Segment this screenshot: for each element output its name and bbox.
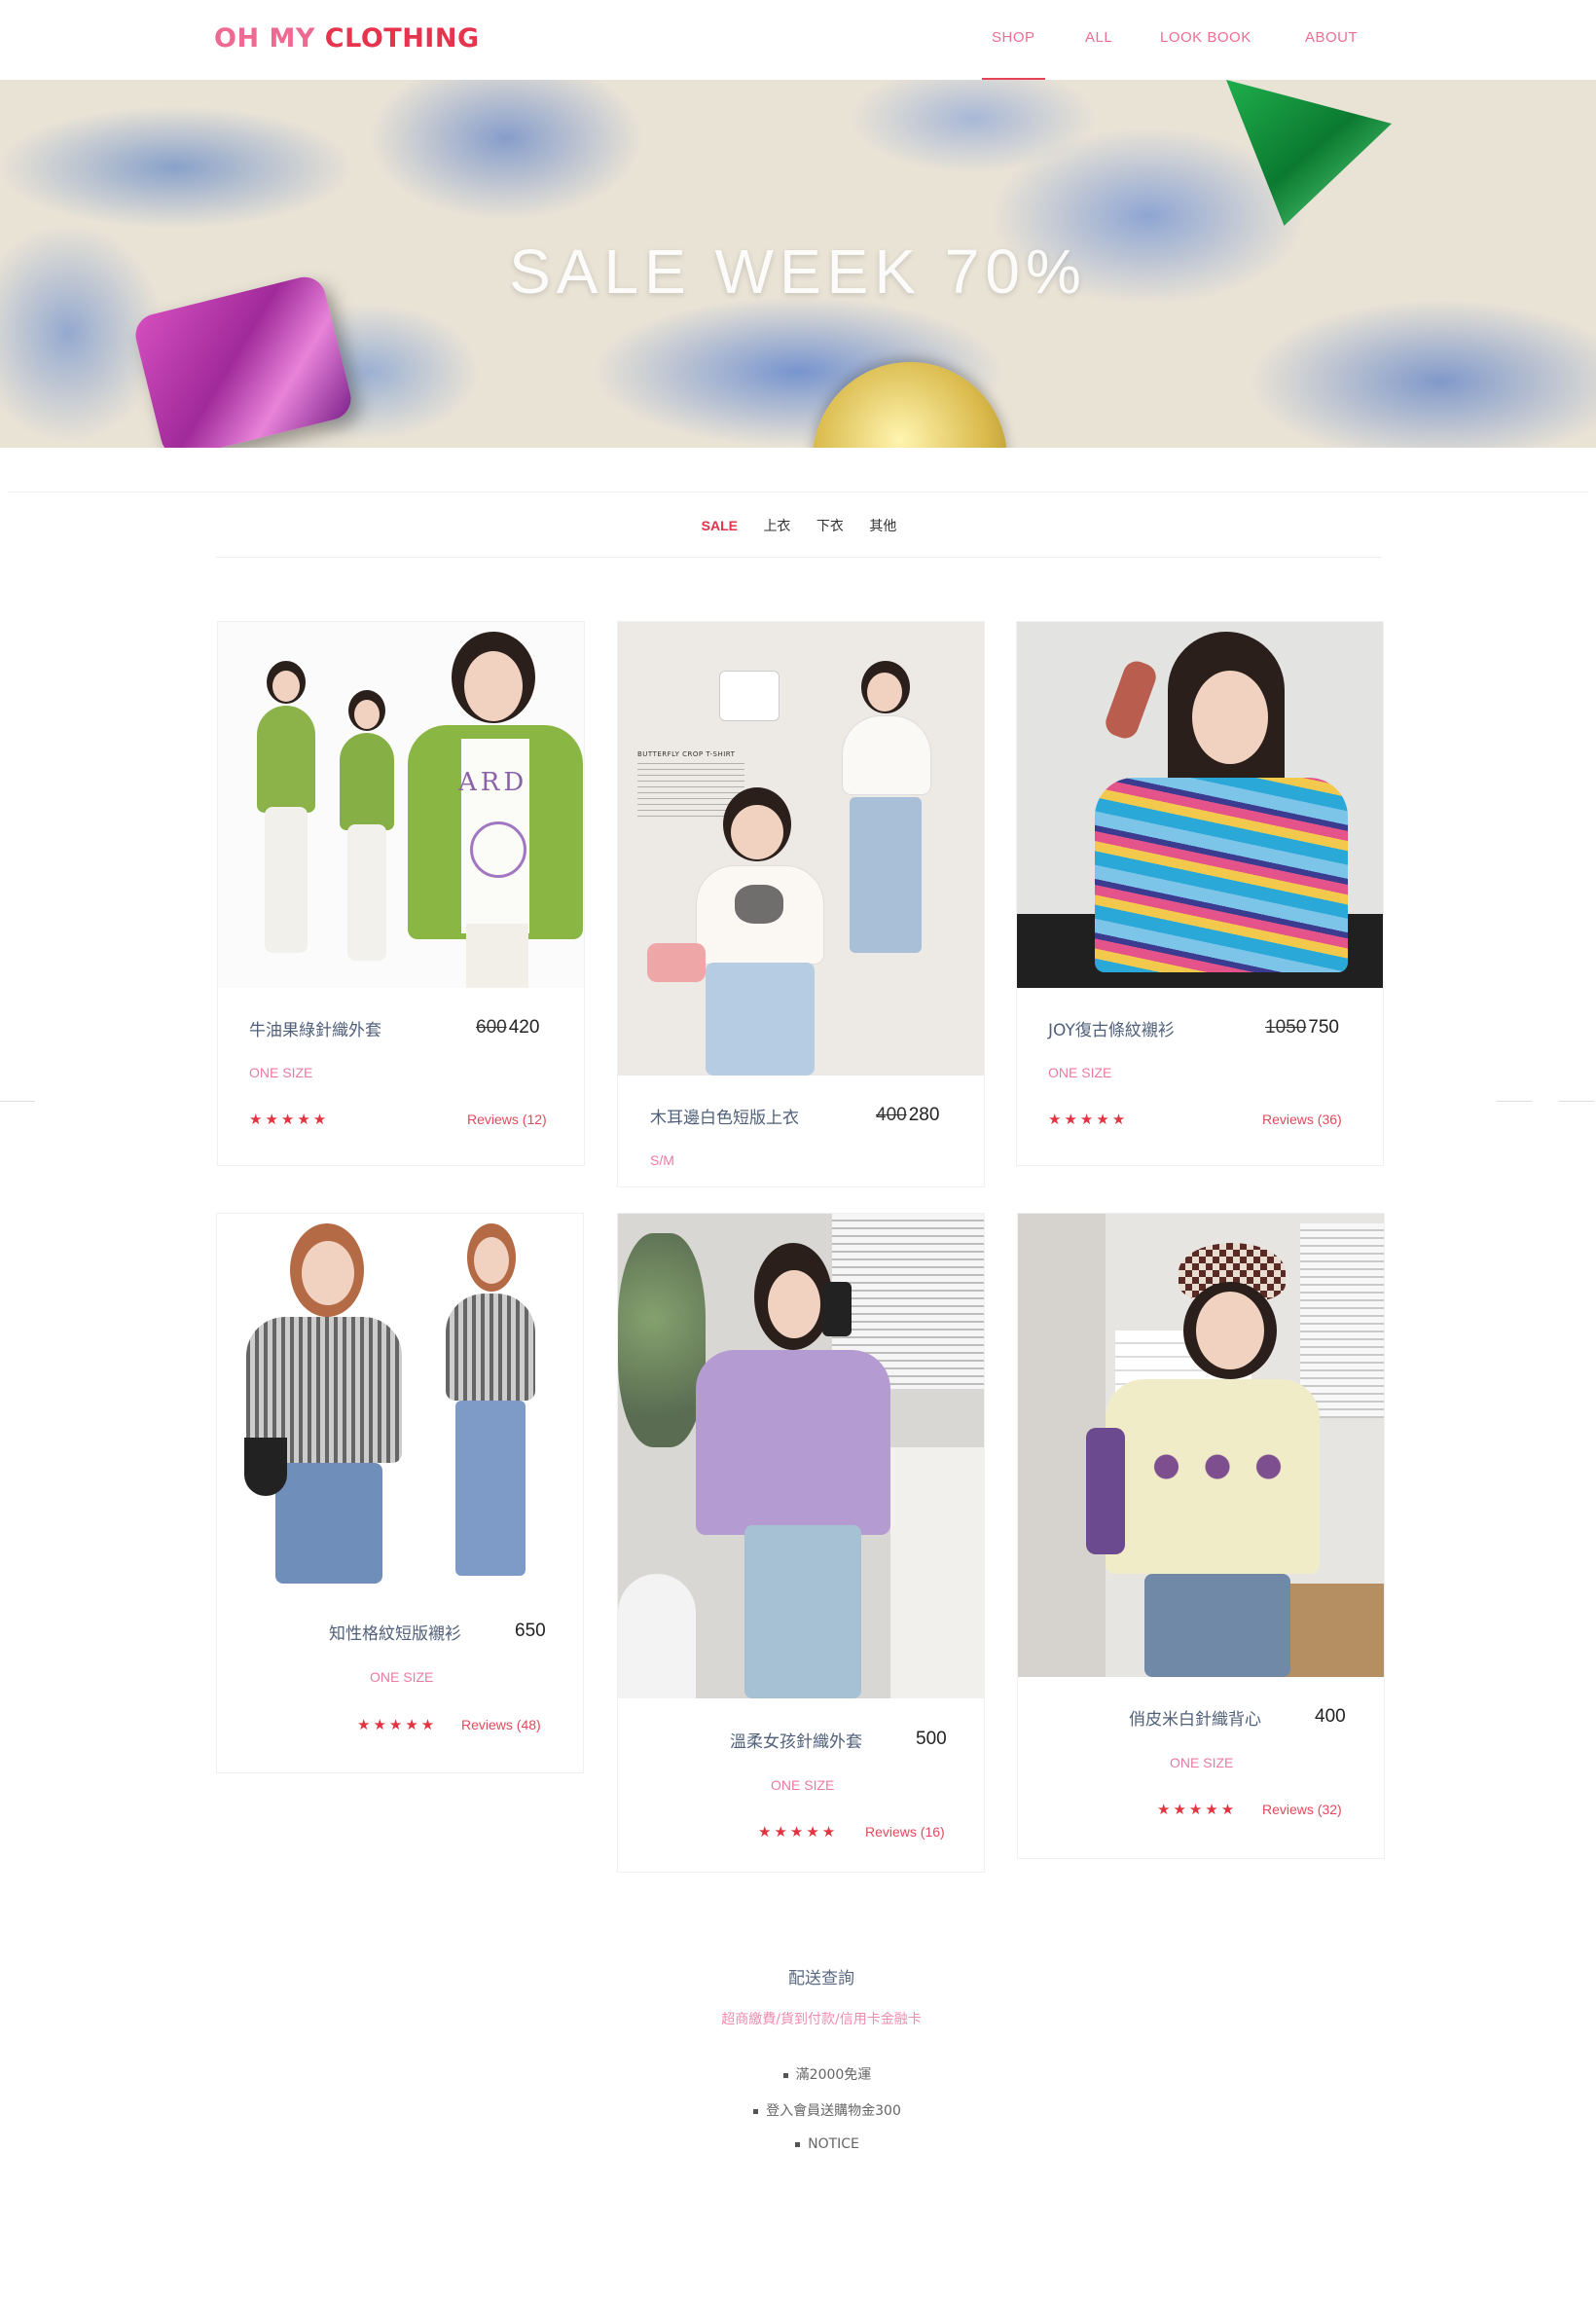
- green-gem-decoration: [1226, 80, 1392, 226]
- carousel-next-mark-2[interactable]: [1559, 1101, 1594, 1102]
- product-name[interactable]: 木耳邊白色短版上衣: [650, 1104, 799, 1128]
- product-card[interactable]: 溫柔女孩針織外套 500 ONE SIZE ★★★★★ Reviews (16): [617, 1213, 985, 1873]
- product-card[interactable]: 俏皮米白針織背心 400 ONE SIZE ★★★★★ Reviews (32): [1017, 1213, 1385, 1859]
- model-figure: [696, 1243, 910, 1698]
- reviews-link[interactable]: Reviews (12): [467, 1112, 547, 1127]
- product-name[interactable]: 牛油果綠針織外套: [249, 1016, 381, 1040]
- product-size: ONE SIZE: [1048, 1065, 1112, 1080]
- shipping-info-title: 配送查詢: [788, 1969, 854, 1988]
- notice-link[interactable]: NOTICE: [808, 2136, 859, 2152]
- model-figure: [1086, 1243, 1339, 1677]
- tab-sale[interactable]: SALE: [702, 518, 738, 533]
- logo-text-clothing: CLOTHING: [324, 23, 480, 54]
- product-card[interactable]: JOY復古條紋襯衫 1050 750 ONE SIZE ★★★★★ Reviews…: [1016, 621, 1384, 1166]
- model-figure: [832, 661, 949, 953]
- product-price: 500: [916, 1729, 947, 1749]
- product-price: 650: [515, 1621, 546, 1641]
- reviews-link[interactable]: Reviews (16): [865, 1824, 945, 1840]
- product-image[interactable]: [1017, 622, 1383, 988]
- sale-price: 280: [908, 1105, 940, 1125]
- model-figure: [257, 661, 315, 972]
- hero-banner: SALE WEEK 70%: [0, 80, 1596, 448]
- product-price: 400 280: [876, 1105, 939, 1126]
- footer-list-item[interactable]: NOTICE: [0, 2136, 1596, 2152]
- free-shipping-text: 滿2000免運: [795, 2067, 872, 2083]
- product-card[interactable]: BUTTERFLY CROP T-SHIRT 木耳邊白色短版上衣 400 280 …: [617, 621, 985, 1187]
- product-image[interactable]: ARD: [218, 622, 584, 988]
- tab-others[interactable]: 其他: [869, 516, 896, 535]
- product-size: ONE SIZE: [771, 1777, 835, 1793]
- nav-look-book[interactable]: LOOK BOOK: [1160, 29, 1251, 46]
- product-image[interactable]: [1018, 1214, 1384, 1677]
- footer-list-item: 滿2000免運: [0, 2064, 1596, 2084]
- site-logo[interactable]: OH MY CLOTHING: [214, 23, 480, 54]
- product-label-text: BUTTERFLY CROP T-SHIRT: [637, 750, 736, 758]
- product-price: 600 420: [476, 1017, 539, 1039]
- nav-all[interactable]: ALL: [1085, 29, 1112, 46]
- tab-tops[interactable]: 上衣: [763, 516, 790, 535]
- member-bonus-text: 登入會員送購物金300: [766, 2103, 901, 2119]
- product-card[interactable]: ARD 牛油果綠針織外套 600 420 ONE SIZE ★★★★★ Revie…: [217, 621, 585, 1166]
- reviews-link[interactable]: Reviews (36): [1262, 1112, 1342, 1127]
- product-name[interactable]: 知性格紋短版襯衫: [329, 1620, 461, 1644]
- model-figure: [236, 1223, 412, 1593]
- nav-about[interactable]: ABOUT: [1305, 29, 1358, 46]
- site-header: OH MY CLOTHING SHOP ALL LOOK BOOK ABOUT: [0, 0, 1596, 81]
- product-name[interactable]: JOY復古條紋襯衫: [1048, 1016, 1175, 1040]
- reviews-link[interactable]: Reviews (32): [1262, 1802, 1342, 1817]
- nav-shop[interactable]: SHOP: [982, 29, 1044, 80]
- product-size: S/M: [650, 1152, 674, 1168]
- logo-text-oh-my: OH MY: [214, 23, 325, 54]
- rating-stars: ★★★★★: [357, 1716, 438, 1733]
- carousel-prev-mark[interactable]: [0, 1101, 35, 1102]
- reviews-link[interactable]: Reviews (48): [461, 1717, 541, 1732]
- rating-stars: ★★★★★: [1048, 1111, 1129, 1128]
- product-card[interactable]: 知性格紋短版襯衫 650 ONE SIZE ★★★★★ Reviews (48): [216, 1213, 584, 1773]
- phone-in-hand: [822, 1282, 852, 1336]
- shirt-print-text: ARD: [458, 768, 528, 797]
- product-image[interactable]: [618, 1214, 984, 1698]
- original-price: 400: [876, 1105, 907, 1125]
- tshirt-flat-image: [719, 671, 780, 721]
- model-figure: ARD: [408, 632, 583, 988]
- gold-gem-decoration: [813, 362, 1007, 448]
- product-price: 1050 750: [1265, 1017, 1339, 1039]
- payment-methods-text: 超商繳費/貨到付款/信用卡金融卡: [721, 2012, 922, 2027]
- bullet-icon: [782, 2072, 788, 2078]
- category-filter-tabs: SALE 上衣 下衣 其他: [216, 516, 1382, 558]
- carousel-next-mark[interactable]: [1497, 1101, 1532, 1102]
- rating-stars: ★★★★★: [249, 1111, 330, 1128]
- pink-phone-prop: [647, 943, 706, 982]
- original-price: 1050: [1265, 1017, 1307, 1038]
- footer-list-item: 登入會員送購物金300: [0, 2100, 1596, 2120]
- product-size: ONE SIZE: [1170, 1755, 1234, 1770]
- sale-price: 750: [1308, 1017, 1339, 1038]
- model-figure: [686, 787, 832, 1076]
- rating-stars: ★★★★★: [758, 1823, 839, 1841]
- product-name[interactable]: 俏皮米白針織背心: [1129, 1705, 1261, 1730]
- original-price: 600: [476, 1017, 507, 1038]
- model-figure: [436, 1223, 543, 1593]
- product-image[interactable]: BUTTERFLY CROP T-SHIRT: [618, 622, 984, 1076]
- product-size: ONE SIZE: [370, 1669, 434, 1685]
- bullet-icon: [795, 2141, 801, 2147]
- product-price: 400: [1315, 1706, 1346, 1727]
- tab-bottoms[interactable]: 下衣: [816, 516, 844, 535]
- sale-price: 420: [508, 1017, 540, 1038]
- product-name[interactable]: 溫柔女孩針織外套: [730, 1728, 862, 1752]
- model-figure: [340, 690, 394, 982]
- product-size: ONE SIZE: [249, 1065, 313, 1080]
- product-image[interactable]: [217, 1214, 583, 1593]
- bullet-icon: [753, 2108, 759, 2114]
- rating-stars: ★★★★★: [1157, 1801, 1238, 1818]
- banner-title: SALE WEEK 70%: [509, 237, 1087, 307]
